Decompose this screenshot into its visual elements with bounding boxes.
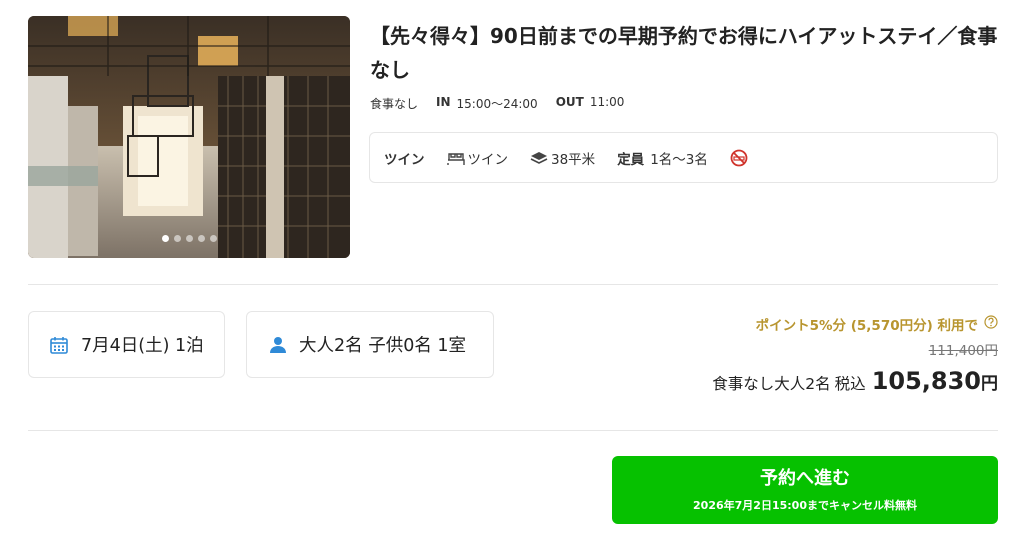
section-divider: [28, 284, 998, 285]
checkin-label: IN: [436, 95, 451, 109]
guests-selector[interactable]: 大人2名 子供0名 1室: [246, 311, 494, 378]
points-text: ポイント5%分 (5,570円分) 利用で: [755, 318, 978, 334]
capacity: 定員 1名〜3名: [617, 148, 708, 168]
price-amount: 105,830: [871, 367, 981, 395]
hotel-photo-carousel[interactable]: [28, 16, 350, 258]
room-area: 38平米: [530, 148, 595, 168]
room-info-box: ツイン ツイン 38平米 定員 1名〜3名: [369, 132, 998, 183]
meal-info: 食事なし: [370, 97, 419, 111]
tax-label: 税込: [834, 375, 866, 393]
carousel-dot[interactable]: [197, 235, 205, 242]
checkout-time: 11:00: [589, 95, 625, 109]
stay-date-text: 7月4日(土) 1泊: [81, 336, 204, 356]
bed-icon: [446, 151, 465, 165]
capacity-value: 1名〜3名: [650, 151, 708, 168]
capacity-label: 定員: [617, 151, 645, 168]
bed-type-label: ツイン: [467, 151, 509, 168]
section-divider: [28, 430, 998, 431]
no-smoking-icon: [730, 149, 748, 167]
room-area-label: 38平米: [551, 151, 596, 168]
calendar-icon: [49, 335, 69, 355]
carousel-indicators: [28, 235, 350, 242]
cta-label: 予約へ進む: [760, 468, 850, 489]
checkin-date-selector[interactable]: 7月4日(土) 1泊: [28, 311, 225, 378]
plan-meta: 食事なし IN 15:00〜24:00 OUT 11:00: [370, 95, 624, 112]
guests-text: 大人2名 子供0名 1室: [299, 336, 467, 356]
carousel-dot[interactable]: [173, 235, 181, 242]
checkout-label: OUT: [555, 95, 584, 109]
price-currency: 円: [981, 374, 998, 394]
proceed-to-booking-button[interactable]: 予約へ進む 2026年7月2日15:00までキャンセル料無料: [612, 456, 998, 524]
cancellation-note: 2026年7月2日15:00までキャンセル料無料: [693, 499, 917, 512]
points-usage: ポイント5%分 (5,570円分) 利用で: [756, 314, 998, 334]
bed-type: ツイン: [446, 148, 509, 168]
carousel-dot[interactable]: [161, 235, 169, 242]
total-price: 食事なし大人2名 税込 105,830 円: [712, 367, 998, 395]
hotel-lobby-image: [28, 16, 350, 258]
original-price: 111,400円: [928, 343, 998, 359]
price-plan-desc: 食事なし大人2名: [712, 375, 831, 393]
help-icon[interactable]: [984, 315, 998, 333]
floor-area-icon: [530, 151, 548, 165]
room-name: ツイン: [384, 151, 425, 168]
carousel-dot[interactable]: [185, 235, 193, 242]
plan-title: 【先々得々】90日前までの早期予約でお得にハイアットステイ／食事なし: [370, 24, 998, 82]
carousel-dot[interactable]: [209, 235, 217, 242]
checkin-time: 15:00〜24:00: [456, 97, 538, 111]
person-icon: [269, 336, 287, 354]
